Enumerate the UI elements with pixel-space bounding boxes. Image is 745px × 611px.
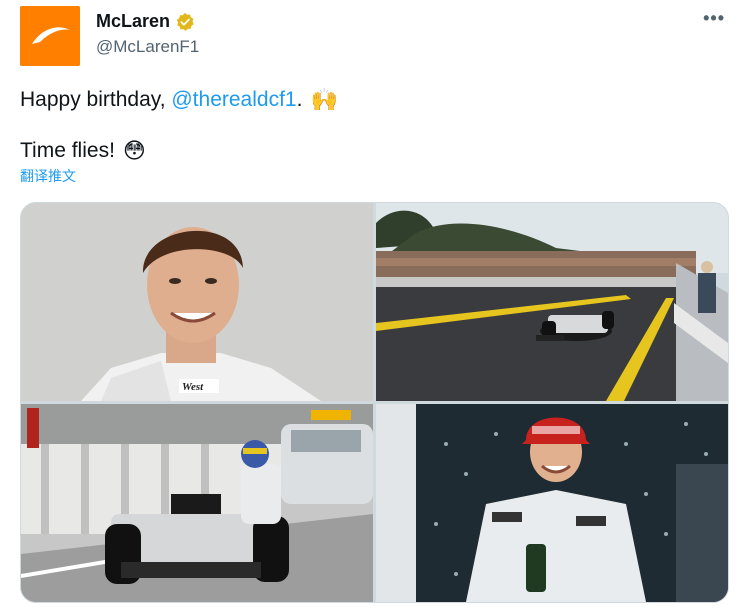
tweet-text-line-2: Time flies! 😳 [20,138,146,164]
raising-hands-emoji-icon: 🙌 [310,87,338,112]
race-car-pitlane-photo-icon [21,404,373,602]
mention-link[interactable]: @therealdcf1 [171,88,296,112]
author-handle[interactable]: @McLarenF1 [96,37,199,57]
tweet-text-prefix: Happy birthday, [20,88,172,111]
tweet-text-line-1: Happy birthday, @therealdcf1 . 🙌 [20,87,338,113]
author-name[interactable]: McLaren [96,11,170,32]
podium-celebration-photo-icon [376,404,728,602]
media-photo-3[interactable] [21,404,373,602]
flushed-face-emoji-icon: 😳 [122,138,146,163]
race-car-track-photo-icon [376,203,728,401]
verified-badge-icon [176,12,194,31]
more-options-icon[interactable]: ••• [703,8,725,29]
author-name-row[interactable]: McLaren [96,11,195,32]
media-photo-1[interactable]: West [21,203,373,401]
portrait-photo-icon [21,203,373,401]
tweet-text-suffix: . [296,88,303,111]
media-photo-2[interactable] [376,203,728,401]
avatar[interactable] [20,6,80,66]
mclaren-logo-icon [20,6,80,66]
suit-logo-text: West [182,381,204,393]
media-photo-4[interactable] [376,404,728,602]
translate-tweet-link[interactable]: 翻译推文 [20,166,76,186]
tweet-text-line2: Time flies! [20,139,115,162]
media-grid: West [20,202,729,603]
